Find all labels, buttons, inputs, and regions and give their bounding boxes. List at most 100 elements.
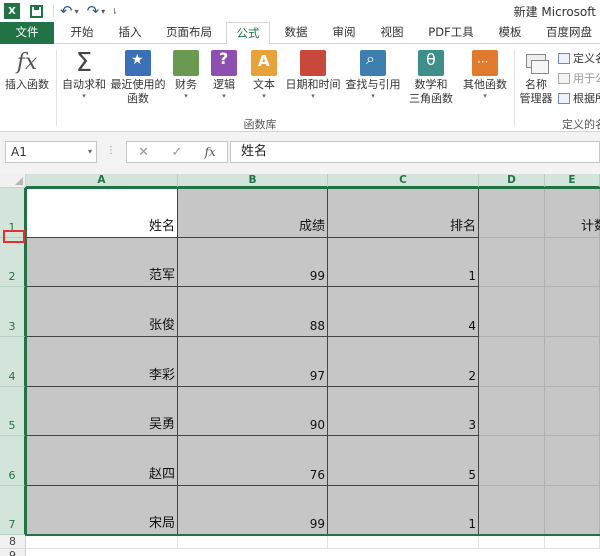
cell-b4[interactable]: 97 xyxy=(178,337,328,387)
cell-c2[interactable]: 1 xyxy=(328,238,479,287)
tab-formulas[interactable]: 公式 xyxy=(226,22,270,45)
date-time-button[interactable]: 日期和时间 ▾ xyxy=(284,50,342,100)
column-header-a[interactable]: A xyxy=(26,174,178,188)
cell-d6[interactable] xyxy=(479,436,545,486)
worksheet-grid[interactable]: A B C D E 1 2 3 4 5 6 7 8 9 姓名 成绩 排名 计数 … xyxy=(0,174,600,556)
tab-file[interactable]: 文件 xyxy=(0,22,54,44)
name-manager-button[interactable]: 名称 管理器 xyxy=(516,50,556,106)
column-header-c[interactable]: C xyxy=(328,174,479,188)
column-header-d[interactable]: D xyxy=(479,174,545,188)
cell-d3[interactable] xyxy=(479,287,545,337)
tab-templates[interactable]: 模板 xyxy=(488,22,532,44)
chevron-down-icon: ▾ xyxy=(184,92,188,100)
tab-pdf-tools[interactable]: PDF工具 xyxy=(420,22,482,44)
create-from-selection-button[interactable]: 根据所 xyxy=(558,90,600,106)
cell-b1[interactable]: 成绩 xyxy=(178,188,328,238)
row-header-8[interactable]: 8 xyxy=(0,535,26,549)
cell-c7[interactable]: 1 xyxy=(328,486,479,535)
text-button[interactable]: 文本 ▾ xyxy=(248,50,280,100)
cell-d7[interactable] xyxy=(479,486,545,535)
cell-a8[interactable] xyxy=(26,535,178,549)
tab-insert[interactable]: 插入 xyxy=(108,22,152,44)
cell-a2[interactable]: 范军 xyxy=(26,238,178,287)
define-name-icon xyxy=(558,52,570,64)
cell-d1[interactable] xyxy=(479,188,545,238)
insert-function-button[interactable]: fx 插入函数 xyxy=(2,50,52,92)
cell-e1[interactable]: 计数 xyxy=(545,188,600,238)
formula-bar-resize-handle[interactable]: ⋮ xyxy=(106,145,116,156)
cell-d2[interactable] xyxy=(479,238,545,287)
row-header-9[interactable]: 9 xyxy=(0,549,26,556)
redo-dropdown-icon[interactable]: ▾ xyxy=(101,7,105,16)
cell-b2[interactable]: 99 xyxy=(178,238,328,287)
cell-b6[interactable]: 76 xyxy=(178,436,328,486)
calendar-book-icon xyxy=(300,50,326,76)
redo-icon[interactable]: ↷ xyxy=(85,2,102,20)
financial-button[interactable]: 财务 ▾ xyxy=(170,50,202,100)
cell-c8[interactable] xyxy=(328,535,479,549)
cell-e7[interactable] xyxy=(545,486,600,535)
column-header-b[interactable]: B xyxy=(178,174,328,188)
insert-function-icon[interactable]: fx xyxy=(205,145,216,159)
row-header-3[interactable]: 3 xyxy=(0,287,26,337)
use-in-formula-button[interactable]: 用于公 xyxy=(558,70,600,86)
enter-icon[interactable]: ✓ xyxy=(171,145,182,160)
math-trig-button[interactable]: 数学和 三角函数 xyxy=(402,50,460,106)
cell-c4[interactable]: 2 xyxy=(328,337,479,387)
define-name-button[interactable]: 定义名 xyxy=(558,50,600,66)
tab-data[interactable]: 数据 xyxy=(274,22,318,44)
cell-a1[interactable]: 姓名 xyxy=(26,188,178,238)
customize-toolbar-icon[interactable]: ⇂ xyxy=(111,7,118,16)
cell-e4[interactable] xyxy=(545,337,600,387)
tab-baidu-netdisk[interactable]: 百度网盘 xyxy=(538,22,600,44)
lookup-reference-button[interactable]: 查找与引用 ▾ xyxy=(344,50,402,100)
cell-c5[interactable]: 3 xyxy=(328,387,479,436)
row-header-2[interactable]: 2 xyxy=(0,238,26,287)
cell-b8[interactable] xyxy=(178,535,328,549)
cell-b7[interactable]: 99 xyxy=(178,486,328,535)
row-header-5[interactable]: 5 xyxy=(0,387,26,436)
cancel-icon[interactable]: ✕ xyxy=(138,145,149,160)
save-icon[interactable] xyxy=(30,4,43,18)
cell-d4[interactable] xyxy=(479,337,545,387)
autosum-button[interactable]: Σ 自动求和 ▾ xyxy=(60,50,108,100)
separator xyxy=(56,50,57,126)
autosum-label: 自动求和 xyxy=(62,78,106,91)
excel-logo-icon: X xyxy=(4,3,20,19)
cell-b5[interactable]: 90 xyxy=(178,387,328,436)
logical-button[interactable]: 逻辑 ▾ xyxy=(208,50,240,100)
cell-e6[interactable] xyxy=(545,436,600,486)
insert-function-label: 插入函数 xyxy=(5,78,49,91)
cell-e8[interactable] xyxy=(545,535,600,549)
tab-home[interactable]: 开始 xyxy=(60,22,104,44)
cell-e2[interactable] xyxy=(545,238,600,287)
cell-c6[interactable]: 5 xyxy=(328,436,479,486)
cell-a3[interactable]: 张俊 xyxy=(26,287,178,337)
name-box[interactable]: A1 ▾ xyxy=(5,141,97,163)
cell-a7[interactable]: 宋局 xyxy=(26,486,178,535)
undo-icon[interactable]: ↶ xyxy=(58,2,75,20)
formula-input[interactable]: 姓名 xyxy=(230,141,600,163)
tab-page-layout[interactable]: 页面布局 xyxy=(156,22,222,44)
cell-b3[interactable]: 88 xyxy=(178,287,328,337)
column-header-e[interactable]: E xyxy=(545,174,600,188)
tab-review[interactable]: 审阅 xyxy=(322,22,366,44)
cell-e3[interactable] xyxy=(545,287,600,337)
cell-c3[interactable]: 4 xyxy=(328,287,479,337)
cell-c1[interactable]: 排名 xyxy=(328,188,479,238)
chevron-down-icon[interactable]: ▾ xyxy=(88,142,92,162)
recently-used-button[interactable]: 最近使用的 函数 xyxy=(108,50,168,106)
undo-dropdown-icon[interactable]: ▾ xyxy=(75,7,79,16)
cell-a4[interactable]: 李彩 xyxy=(26,337,178,387)
cell-d8[interactable] xyxy=(479,535,545,549)
row-header-4[interactable]: 4 xyxy=(0,337,26,387)
cell-e5[interactable] xyxy=(545,387,600,436)
cell-a6[interactable]: 赵四 xyxy=(26,436,178,486)
row-header-6[interactable]: 6 xyxy=(0,436,26,486)
cell-d5[interactable] xyxy=(479,387,545,436)
tab-view[interactable]: 视图 xyxy=(370,22,414,44)
select-all-button[interactable] xyxy=(0,174,26,188)
cell-a5[interactable]: 吴勇 xyxy=(26,387,178,436)
more-functions-button[interactable]: 其他函数 ▾ xyxy=(460,50,510,100)
row-header-7[interactable]: 7 xyxy=(0,486,26,535)
